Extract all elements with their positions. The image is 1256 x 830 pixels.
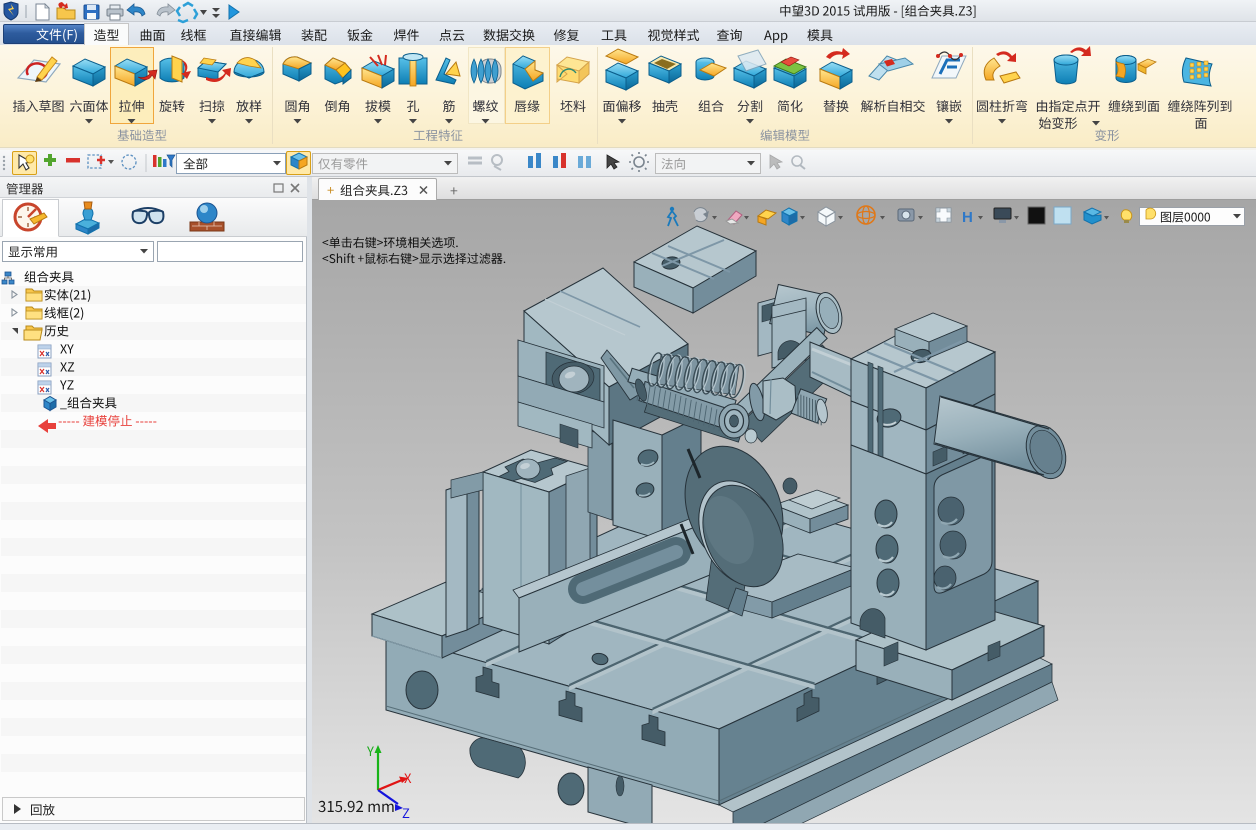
- svg-text:H: H: [962, 209, 973, 226]
